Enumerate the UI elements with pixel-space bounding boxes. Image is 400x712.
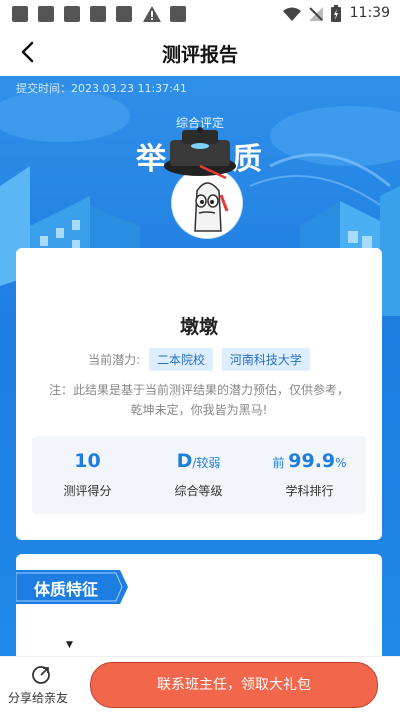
share-label[interactable]: 分享给亲友 (8, 689, 68, 706)
potential-label: 当前潜力: (88, 353, 141, 367)
notification-icon (170, 6, 186, 22)
graduation-hat-icon (164, 127, 236, 180)
share-icon[interactable] (30, 663, 52, 685)
stats-panel: 10 测评得分 D/较弱 综合等级 前 99.9% 学科排行 (32, 436, 366, 514)
stat-value: 10 (74, 450, 101, 472)
stat-suffix: /较弱 (192, 456, 221, 470)
notification-icon (116, 6, 132, 22)
stat-value: 99.9 (288, 450, 336, 472)
status-bar: 11:39 (0, 0, 400, 28)
notification-icon (12, 6, 28, 22)
bottom-action-bar: 分享给亲友 联系班主任，领取大礼包 (0, 656, 400, 712)
stat-value: D (176, 450, 193, 472)
result-card: 墩墩 当前潜力: 二本院校 河南科技大学 注：此结果是基于当前测评结果的潜力预估… (16, 248, 382, 540)
notification-icon (64, 6, 80, 22)
page-title: 测评报告 (161, 44, 238, 66)
stat-label: 学科排行 (285, 484, 334, 498)
contact-teacher-button[interactable]: 联系班主任，领取大礼包 (90, 662, 378, 708)
caret-down-icon: ▼ (66, 640, 73, 650)
title-bar: 测评报告 (0, 28, 400, 76)
stat-prefix: 前 (272, 456, 289, 470)
potential-row: 当前潜力: 二本院校 河南科技大学 (16, 348, 382, 371)
stat-score: 10 测评得分 (32, 450, 143, 499)
clock: 11:39 (349, 5, 390, 21)
warning-icon (143, 6, 161, 22)
submit-time: 提交时间：2023.03.23 11:37:41 (16, 82, 187, 95)
note-line-1: 注：此结果是基于当前测评结果的潜力预估，仅供参考， (48, 383, 349, 397)
battery-icon (331, 5, 341, 22)
tag-school-name: 河南科技大学 (221, 348, 310, 371)
user-name: 墩墩 (179, 316, 218, 338)
stat-suffix: % (335, 456, 347, 470)
section-title: 体质特征 (34, 580, 99, 599)
notification-icon (90, 6, 106, 22)
note-line-2: 乾坤未定，你我皆为黑马! (130, 403, 268, 417)
stat-grade: D/较弱 综合等级 (143, 450, 254, 499)
wifi-icon (283, 7, 301, 21)
stat-label: 综合等级 (174, 484, 223, 498)
notification-icon (38, 6, 54, 22)
stat-label: 测评得分 (63, 484, 112, 498)
disclaimer-note: 注：此结果是基于当前测评结果的潜力预估，仅供参考， 乾坤未定，你我皆为黑马! (40, 380, 358, 420)
signal-icon (309, 7, 323, 21)
stat-ranking: 前 99.9% 学科排行 (254, 450, 365, 499)
tag-school-level: 二本院校 (149, 348, 214, 371)
